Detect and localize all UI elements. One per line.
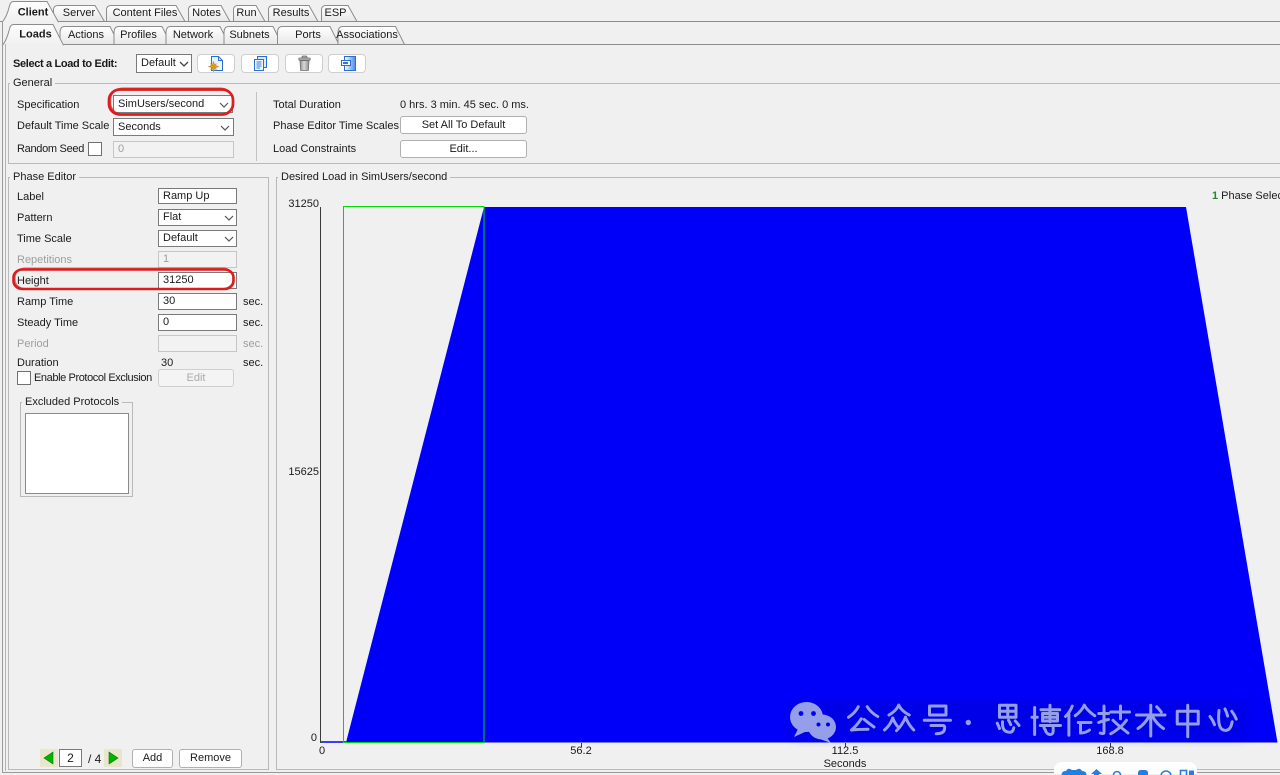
svg-text:Content Files: Content Files <box>113 7 178 19</box>
svg-text:Network: Network <box>173 29 214 41</box>
svg-text:Server: Server <box>63 7 96 19</box>
svg-text:Client: Client <box>18 7 49 19</box>
svg-text:Subnets: Subnets <box>229 29 270 41</box>
svg-text:Notes: Notes <box>192 7 221 19</box>
svg-text:Run: Run <box>236 7 256 19</box>
svg-text:Loads: Loads <box>19 29 51 41</box>
svg-text:Results: Results <box>273 7 310 19</box>
svg-text:Profiles: Profiles <box>120 29 157 41</box>
svg-text:ESP: ESP <box>324 7 346 19</box>
svg-text:Ports: Ports <box>295 29 321 41</box>
svg-text:Associations: Associations <box>336 29 398 41</box>
svg-text:Actions: Actions <box>68 29 105 41</box>
